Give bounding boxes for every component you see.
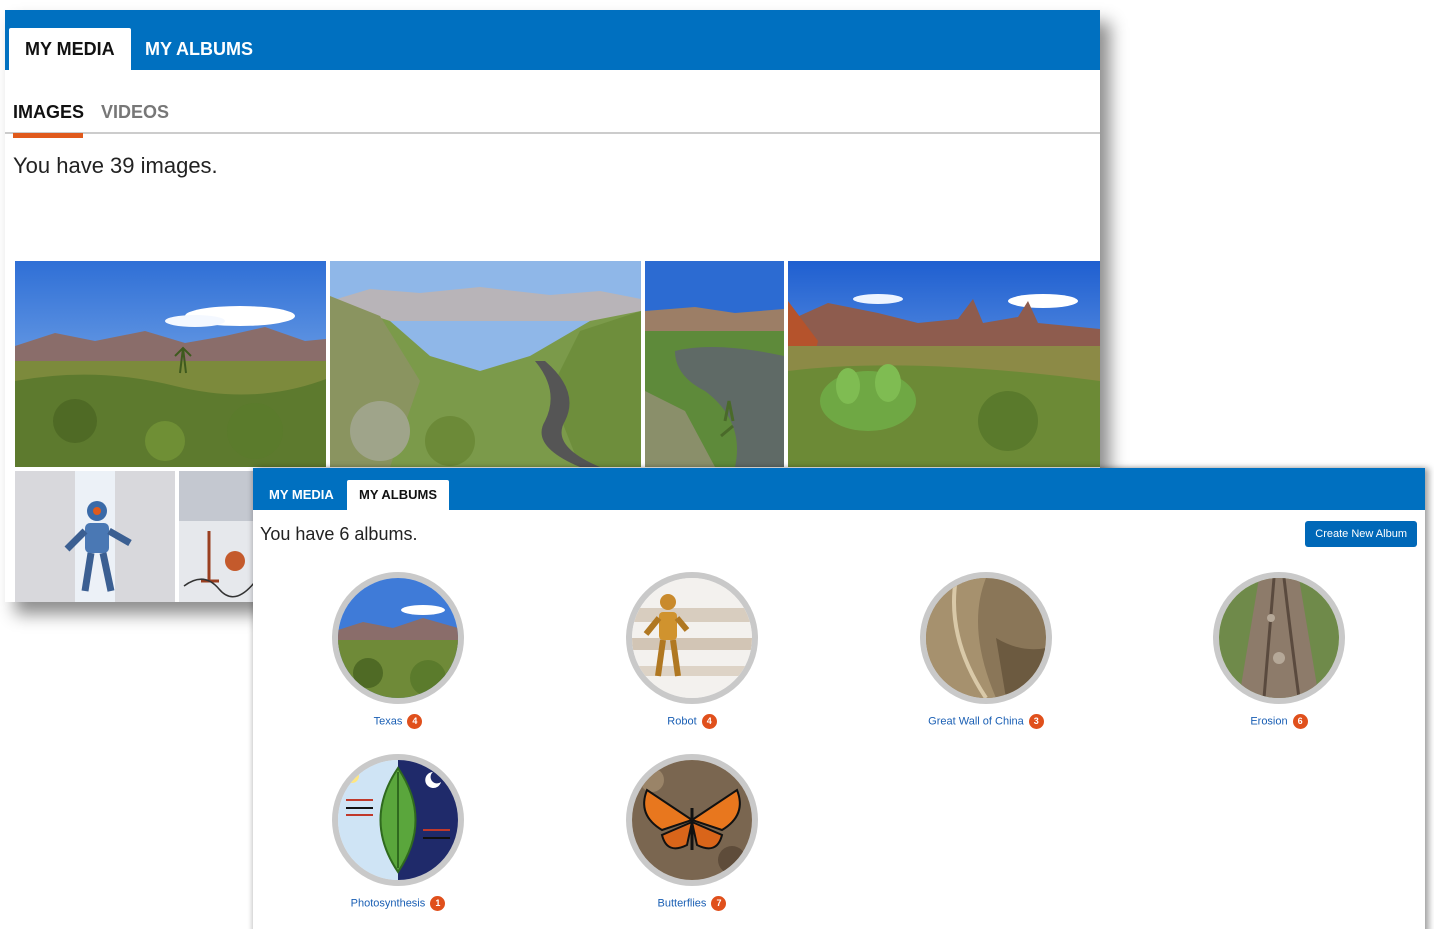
album-count-text: You have 6 albums. (260, 524, 418, 544)
album-link-great-wall-of-china[interactable]: Great Wall of China 3 (886, 714, 1086, 729)
album-cover-erosion[interactable] (1213, 572, 1345, 704)
tab-my-media[interactable]: MY MEDIA (257, 480, 346, 510)
album-cover-texas[interactable] (332, 572, 464, 704)
album-name: Photosynthesis (350, 897, 426, 910)
album-count-badge: 3 (1028, 714, 1044, 729)
album-card-photosynthesis[interactable]: Photosynthesis 1 (298, 754, 498, 911)
image-thumbnail-robot-figure[interactable] (15, 471, 175, 602)
album-card-texas[interactable]: Texas 4 (298, 572, 498, 729)
album-card-great-wall-of-china[interactable]: Great Wall of China 3 (886, 572, 1086, 729)
image-count-text: You have 39 images. (13, 153, 218, 178)
image-thumbnail-river-gorge[interactable] (645, 261, 784, 467)
albums-tab-bar: MY MEDIA MY ALBUMS (253, 468, 1425, 510)
album-count-badge: 4 (701, 714, 717, 729)
media-subtabs: IMAGES VIDEOS (5, 70, 1100, 138)
album-name: Robot (667, 715, 697, 728)
album-link-photosynthesis[interactable]: Photosynthesis 1 (298, 896, 498, 911)
tab-my-media[interactable]: MY MEDIA (9, 28, 131, 70)
album-name: Erosion (1250, 715, 1288, 728)
album-name: Texas (373, 715, 403, 728)
album-link-robot[interactable]: Robot 4 (592, 714, 792, 729)
album-link-erosion[interactable]: Erosion 6 (1179, 714, 1379, 729)
album-card-erosion[interactable]: Erosion 6 (1179, 572, 1379, 729)
album-link-texas[interactable]: Texas 4 (298, 714, 498, 729)
album-cover-photosynthesis[interactable] (332, 754, 464, 886)
album-count-badge: 6 (1292, 714, 1308, 729)
create-new-album-button[interactable]: Create New Album (1305, 521, 1417, 547)
album-name: Butterflies (657, 897, 707, 910)
album-card-robot[interactable]: Robot 4 (592, 572, 792, 729)
image-thumbnail-canyon-road[interactable] (330, 261, 641, 467)
image-thumbnail-desert-plain[interactable] (15, 261, 326, 467)
album-count-badge: 4 (407, 714, 423, 729)
subtab-videos[interactable]: VIDEOS (101, 102, 169, 123)
album-count-badge: 1 (430, 896, 446, 911)
subtab-images[interactable]: IMAGES (13, 102, 84, 123)
album-name: Great Wall of China (928, 715, 1024, 728)
active-subtab-indicator (13, 133, 83, 138)
album-card-butterflies[interactable]: Butterflies 7 (592, 754, 792, 911)
tab-my-albums[interactable]: MY ALBUMS (129, 28, 269, 70)
album-count-badge: 7 (711, 896, 727, 911)
media-tab-bar: MY MEDIA MY ALBUMS (5, 10, 1100, 70)
image-thumbnail-robot-studio[interactable] (179, 471, 259, 602)
album-cover-great-wall-of-china[interactable] (920, 572, 1052, 704)
album-cover-robot[interactable] (626, 572, 758, 704)
image-thumbnail-cactus-peaks[interactable] (788, 261, 1100, 467)
my-albums-window: MY MEDIA MY ALBUMS You have 6 albums. Cr… (253, 468, 1425, 929)
album-cover-butterflies[interactable] (626, 754, 758, 886)
album-link-butterflies[interactable]: Butterflies 7 (592, 896, 792, 911)
tab-my-albums[interactable]: MY ALBUMS (347, 480, 449, 510)
